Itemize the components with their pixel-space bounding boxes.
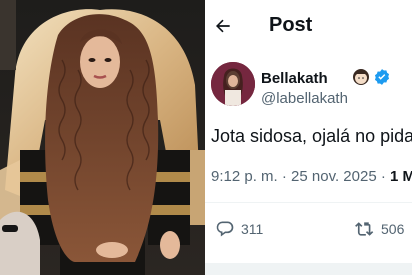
repost-icon bbox=[355, 222, 374, 236]
repost-button[interactable]: 506 bbox=[355, 214, 404, 244]
post-meta: 9:12 p. m. · 25 nov. 2025 · 1 M bbox=[211, 168, 412, 185]
page-title: Post bbox=[269, 14, 313, 36]
reply-count: 311 bbox=[241, 221, 264, 237]
author-display-name[interactable]: Bellakath bbox=[261, 70, 328, 87]
bottom-separator bbox=[205, 263, 412, 275]
post-view: Post Bellakath @labellakath Jota sidosa,… bbox=[205, 0, 412, 275]
avatar[interactable] bbox=[211, 62, 255, 106]
action-bar: 311 506 bbox=[205, 214, 412, 244]
screenshot-frame: Post Bellakath @labellakath Jota sidosa,… bbox=[0, 0, 412, 275]
post-timestamp[interactable]: 9:12 p. m. · 25 nov. 2025 · bbox=[211, 168, 390, 185]
post-header: Post bbox=[205, 0, 412, 52]
post-views: 1 M bbox=[390, 168, 412, 185]
verified-badge-icon bbox=[374, 69, 390, 85]
author-handle[interactable]: @labellakath bbox=[261, 90, 348, 107]
arrow-left-icon bbox=[216, 19, 230, 33]
back-button[interactable] bbox=[211, 14, 235, 38]
author-row: Bellakath @labellakath bbox=[205, 60, 412, 114]
post-text: Jota sidosa, ojalá no pida bbox=[211, 126, 412, 146]
reply-button[interactable]: 311 bbox=[215, 214, 263, 244]
woman-emoji-icon bbox=[353, 69, 369, 85]
performer-photo bbox=[0, 0, 205, 275]
reply-icon bbox=[216, 221, 234, 237]
divider bbox=[205, 202, 412, 203]
repost-count: 506 bbox=[381, 221, 405, 237]
